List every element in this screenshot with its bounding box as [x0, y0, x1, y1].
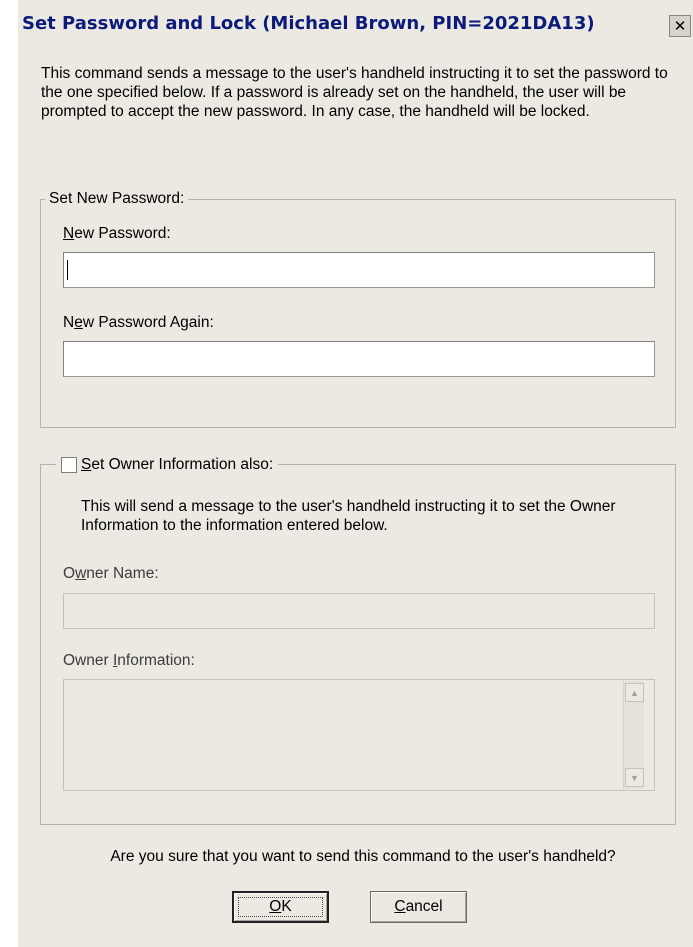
- owner-information-scrollbar[interactable]: ▲ ▼: [623, 681, 644, 789]
- new-password-field[interactable]: [63, 252, 655, 288]
- command-description: This command sends a message to the user…: [41, 65, 668, 120]
- title-bar: Set Password and Lock (Michael Brown, PI…: [18, 0, 693, 50]
- dialog-title: Set Password and Lock (Michael Brown, PI…: [22, 13, 595, 34]
- owner-info-checkbox-label: Set Owner Information also:: [81, 456, 274, 473]
- set-password-lock-dialog: Set Password and Lock (Michael Brown, PI…: [18, 0, 693, 947]
- owner-info-description: This will send a message to the user's h…: [81, 498, 616, 534]
- password-group-legend: Set New Password:: [45, 190, 189, 208]
- confirm-question: Are you sure that you want to send this …: [110, 848, 616, 865]
- scroll-up-icon: ▲: [630, 687, 639, 698]
- new-password-again-field[interactable]: [63, 341, 655, 377]
- scroll-up-button[interactable]: ▲: [625, 683, 644, 702]
- new-password-again-label: New Password Again:: [63, 314, 214, 331]
- new-password-label: New Password:: [63, 225, 171, 242]
- owner-information-textarea[interactable]: [63, 679, 655, 791]
- focus-rect: [238, 897, 323, 917]
- owner-information-label: Owner Information:: [63, 652, 195, 669]
- ok-button[interactable]: OK: [232, 891, 329, 923]
- text-caret: [67, 260, 68, 280]
- cancel-button-label: Cancel: [394, 898, 443, 915]
- close-button[interactable]: ✕: [669, 15, 691, 37]
- close-icon: ✕: [673, 17, 687, 35]
- owner-info-checkbox-row[interactable]: Set Owner Information also:: [56, 456, 279, 474]
- owner-info-checkbox[interactable]: [61, 457, 77, 473]
- cancel-button[interactable]: Cancel: [370, 891, 467, 923]
- owner-name-label: Owner Name:: [63, 565, 159, 582]
- owner-name-field[interactable]: [63, 593, 655, 629]
- scroll-down-icon: ▼: [630, 772, 639, 783]
- scroll-down-button[interactable]: ▼: [625, 768, 644, 787]
